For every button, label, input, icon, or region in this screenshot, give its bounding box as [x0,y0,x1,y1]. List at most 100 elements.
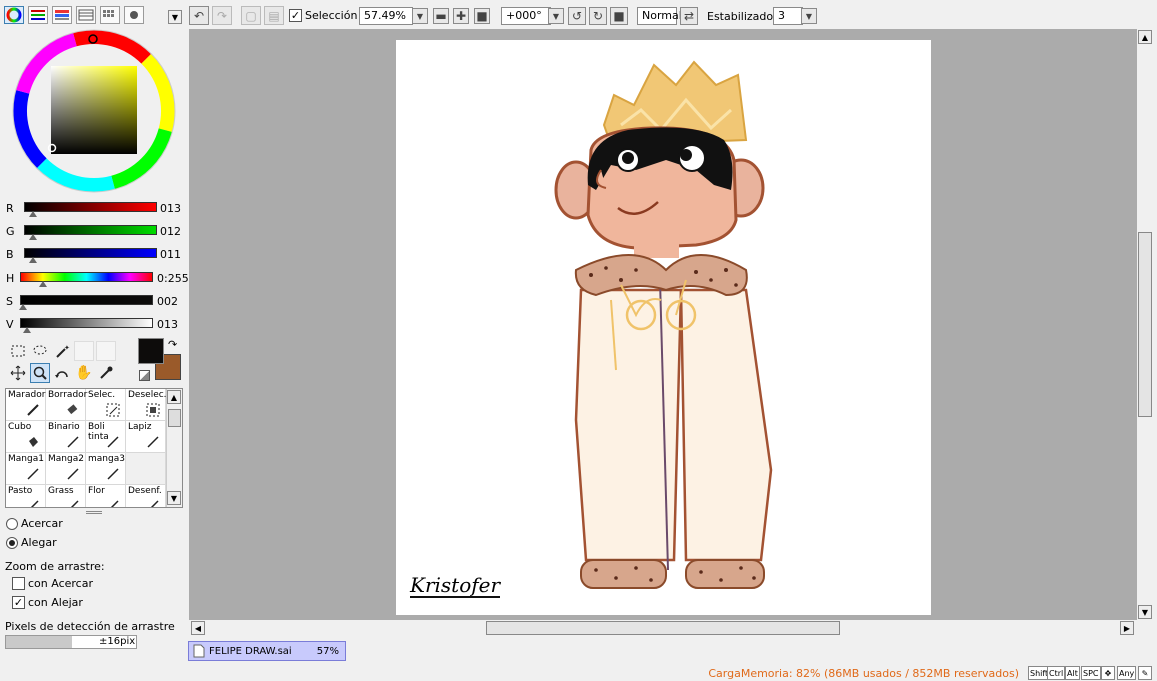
drawing-canvas[interactable]: Kristofer [396,40,931,615]
rotation-reset-button[interactable]: ■ [610,7,628,25]
with-zoom-out-option[interactable]: ✓ con Alejar [12,596,83,609]
binary-pen-icon [67,436,79,448]
brush-slot[interactable]: Binario [46,421,86,453]
radio[interactable] [6,517,18,530]
pen-icon [27,468,39,480]
with-zoom-in-option[interactable]: con Acercar [12,577,93,590]
move-tool[interactable] [8,363,28,383]
empty-brush-slot[interactable] [126,453,166,485]
scroll-thumb[interactable] [486,621,840,635]
scroll-thumb[interactable] [168,409,181,427]
v-slider-thumb[interactable] [23,327,31,333]
scroll-down-button[interactable]: ▼ [167,491,181,505]
rotation-field[interactable]: +000° [501,7,551,25]
rotation-dropdown-button[interactable]: ▼ [548,8,564,24]
invert-selection-button[interactable]: ▤ [264,6,284,25]
rgb-slider-mode-button[interactable] [28,6,48,24]
r-label: R [6,202,14,215]
zoom-tool[interactable] [30,363,50,383]
lasso-tool[interactable] [30,341,50,361]
primary-color-swatch[interactable] [138,338,164,364]
panel-resize-handle[interactable] [86,511,102,514]
scroll-up-button[interactable]: ▲ [1138,30,1152,44]
b-slider-thumb[interactable] [29,257,37,263]
brush-slot[interactable]: Boli tinta [86,421,126,453]
color-mixer-mode-button[interactable] [76,6,96,24]
panel-menu-button[interactable]: ▼ [168,10,182,24]
s-slider[interactable] [20,295,153,305]
r-slider-thumb[interactable] [29,211,37,217]
rotate-left-button[interactable]: ↺ [568,7,586,25]
magic-wand-tool[interactable]: ✦ [52,341,72,361]
zoom-out-option[interactable]: Alegar [6,536,57,549]
brush-slot[interactable]: Desenf. [126,485,166,507]
flip-button[interactable]: ⇄ [680,7,698,25]
swap-colors-icon[interactable]: ↷ [168,338,177,351]
deselect-button[interactable]: ▢ [241,6,261,25]
zoom-dropdown-button[interactable]: ▼ [412,8,428,24]
hand-tool[interactable]: ✋ [74,363,94,383]
scroll-thumb[interactable] [1138,232,1152,417]
zoom-out-button[interactable]: ▬ [433,8,449,24]
zoom-in-option[interactable]: Acercar [6,517,63,530]
scroll-left-button[interactable]: ◀ [191,621,205,635]
blend-mode-selector[interactable]: Normal [637,7,682,25]
memory-status: CargaMemoria: 82% (86MB usados / 852MB r… [708,667,1019,680]
brush-slot[interactable]: Cubo [6,421,46,453]
mixer-icon [78,9,94,21]
scroll-up-button[interactable]: ▲ [167,390,181,404]
rotate-tool[interactable] [52,363,72,383]
brush-slot[interactable]: Marador [6,389,46,421]
zoom-in-button[interactable]: ✚ [453,8,469,24]
redo-button[interactable]: ↷ [212,6,232,25]
b-slider[interactable] [24,248,157,258]
r-slider[interactable] [24,202,157,212]
canvas-horizontal-scrollbar[interactable]: ◀ ▶ [189,620,1137,637]
hsv-slider-mode-button[interactable] [52,6,72,24]
file-tab[interactable]: FELIPE DRAW.sai 57% [188,641,346,661]
drag-pixels-value: ±16pix [99,636,136,647]
brush-slot[interactable]: Selec. [86,389,126,421]
brush-slot[interactable]: Manga1 [6,453,46,485]
scratchpad-mode-button[interactable] [124,6,144,24]
empty-tool-slot [96,341,116,361]
rotate-right-button[interactable]: ↻ [589,7,607,25]
eyedropper-tool[interactable] [96,363,116,383]
brush-slot[interactable]: Manga2 [46,453,86,485]
canvas-viewport[interactable]: Kristofer [189,29,1137,621]
canvas-vertical-scrollbar[interactable]: ▲ ▼ [1137,29,1155,621]
stabilizer-field[interactable]: 3 [773,7,803,25]
brush-slot[interactable]: Lapiz [126,421,166,453]
stabilizer-dropdown-button[interactable]: ▼ [801,8,817,24]
transparent-color-icon[interactable] [139,370,150,381]
brush-slot[interactable]: Grass [46,485,86,507]
zoom-reset-button[interactable]: ■ [474,8,490,24]
s-slider-thumb[interactable] [19,304,27,310]
brush-slot[interactable]: Borrador [46,389,87,421]
rect-select-tool[interactable] [8,341,28,361]
invert-selection-icon: ▤ [268,8,280,23]
brush-slot[interactable]: Deselec. [126,389,167,421]
brush-slot[interactable]: Pasto [6,485,46,507]
v-slider[interactable] [20,318,153,328]
swatches-mode-button[interactable] [100,6,120,24]
color-wheel-mode-button[interactable] [4,6,24,24]
scroll-down-button[interactable]: ▼ [1138,605,1152,619]
checkbox-checked[interactable]: ✓ [12,596,25,609]
brush-grid-scrollbar[interactable]: ▲ ▼ [166,389,182,507]
radio-checked[interactable] [6,536,18,549]
g-slider-thumb[interactable] [29,234,37,240]
h-slider-thumb[interactable] [39,281,47,287]
brush-slot[interactable]: manga3 [86,453,126,485]
undo-button[interactable]: ↶ [189,6,209,25]
zoom-field[interactable]: 57.49% [359,7,413,25]
character-drawing [554,60,773,589]
color-wheel[interactable] [10,28,178,194]
checkbox[interactable] [12,577,25,590]
selection-toggle[interactable]: ✓ Selección [289,9,357,22]
g-slider[interactable] [24,225,157,235]
drag-pixels-slider[interactable]: ±16pix [5,635,137,649]
brush-slot[interactable]: Flor [86,485,126,507]
scroll-right-button[interactable]: ▶ [1120,621,1134,635]
checkbox-checked[interactable]: ✓ [289,9,302,22]
